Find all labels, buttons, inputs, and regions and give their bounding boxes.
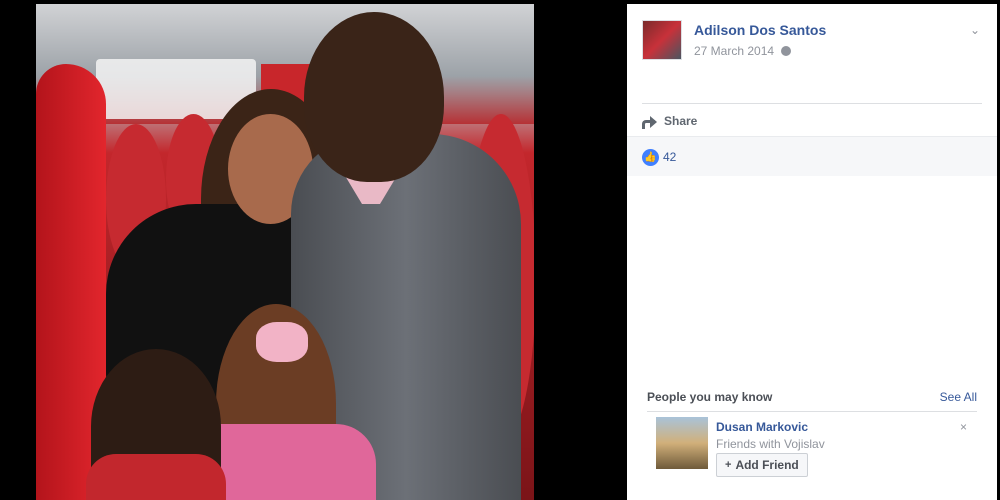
close-icon[interactable]: ×: [960, 420, 967, 434]
share-icon: [642, 114, 658, 129]
like-count[interactable]: 42: [663, 150, 676, 164]
see-all-link[interactable]: See All: [940, 390, 977, 404]
mutual-friends-text: Friends with Vojislav: [716, 437, 825, 451]
post-photo[interactable]: [36, 4, 534, 500]
author-name[interactable]: Adilson Dos Santos: [694, 22, 826, 38]
post-side-panel: Adilson Dos Santos 27 March 2014 ⌄ Share…: [627, 4, 1000, 500]
add-friend-button[interactable]: + Add Friend: [716, 453, 808, 477]
author-avatar[interactable]: [642, 20, 682, 60]
share-button[interactable]: Share: [642, 108, 697, 134]
post-date[interactable]: 27 March 2014: [694, 44, 792, 58]
suggested-person-photo[interactable]: [656, 417, 708, 469]
share-label: Share: [664, 114, 698, 128]
divider: [647, 411, 977, 412]
chevron-down-icon[interactable]: ⌄: [968, 23, 982, 37]
divider: [642, 103, 982, 104]
add-friend-icon: +: [725, 459, 732, 471]
girl-hair-bow: [256, 322, 308, 362]
photo-viewer: Adilson Dos Santos 27 March 2014 ⌄ Share…: [0, 0, 1000, 500]
thumbs-up-icon: 👍: [642, 149, 659, 166]
man-head: [304, 12, 444, 182]
globe-icon: [781, 46, 792, 56]
boy-coat: [86, 454, 226, 500]
post-header: Adilson Dos Santos 27 March 2014 ⌄: [642, 18, 987, 62]
suggested-person-name[interactable]: Dusan Markovic: [716, 420, 808, 434]
pymk-title: People you may know: [647, 390, 773, 404]
post-date-text[interactable]: 27 March 2014: [694, 44, 774, 58]
reactions-bar: 👍 42: [627, 136, 997, 176]
add-friend-label: Add Friend: [735, 458, 799, 472]
